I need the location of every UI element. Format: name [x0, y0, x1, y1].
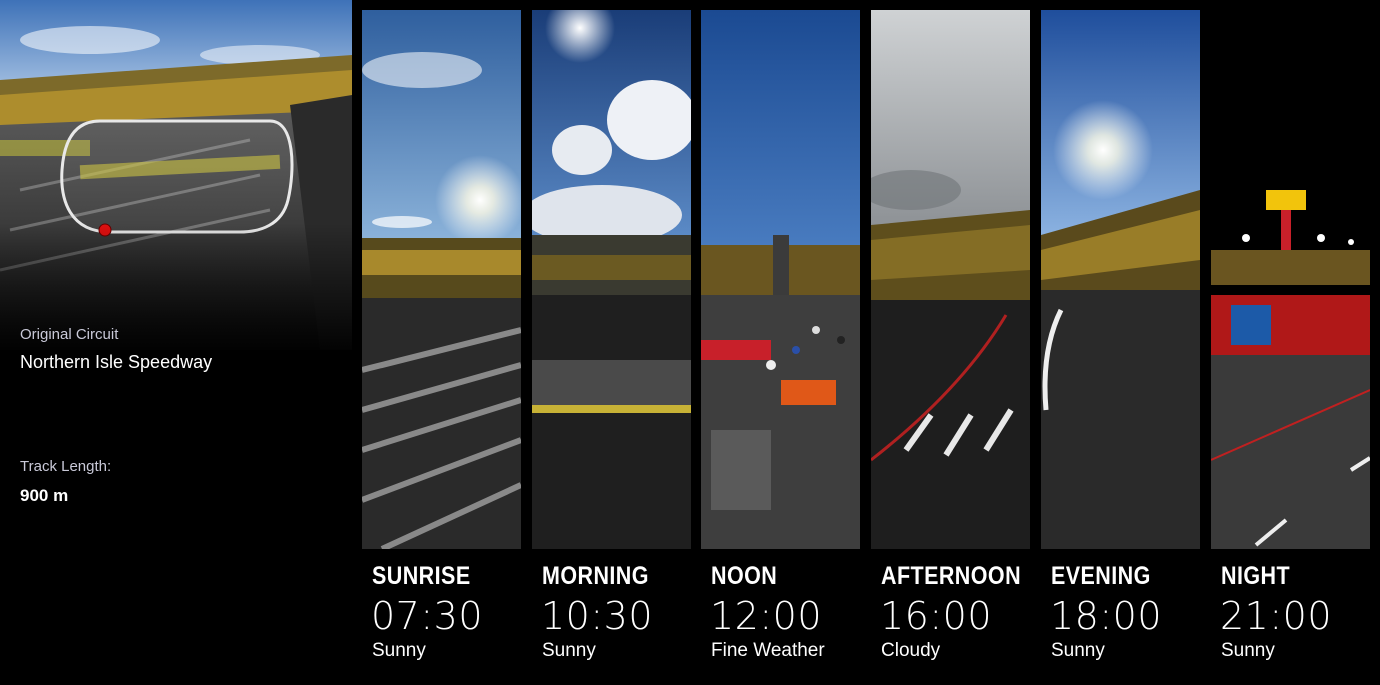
- sunrise-scene-image: [362, 10, 521, 549]
- slot-weather: Sunny: [372, 640, 426, 661]
- circuit-category-label: Original Circuit: [20, 326, 119, 343]
- slot-time: 18:00: [1050, 594, 1163, 638]
- slot-name: EVENING: [1051, 562, 1151, 590]
- slot-time: 12:00: [710, 594, 823, 638]
- slot-time: 10:30: [541, 594, 654, 638]
- morning-scene-image: [532, 10, 691, 549]
- slot-time: 16:00: [880, 594, 993, 638]
- time-slot-night[interactable]: NIGHT 21:00 Sunny: [1211, 10, 1370, 680]
- slot-weather: Sunny: [1051, 640, 1105, 661]
- time-slot-morning[interactable]: MORNING 10:30 Sunny: [532, 10, 691, 680]
- evening-scene-image: [1041, 10, 1200, 549]
- noon-scene-image: [701, 10, 860, 549]
- slot-name: NOON: [711, 562, 778, 590]
- track-position-marker: [98, 223, 112, 237]
- slot-time: 21:00: [1220, 594, 1333, 638]
- slot-weather: Sunny: [542, 640, 596, 661]
- track-length-value: 900 m: [20, 486, 69, 505]
- slot-weather: Fine Weather: [711, 640, 825, 661]
- slot-weather: Cloudy: [881, 640, 941, 661]
- slot-name: MORNING: [542, 562, 649, 590]
- time-slot-evening[interactable]: EVENING 18:00 Sunny: [1041, 10, 1200, 680]
- afternoon-scene-image: [871, 10, 1030, 549]
- circuit-name: Northern Isle Speedway: [20, 352, 213, 372]
- slot-name: AFTERNOON: [881, 562, 1022, 590]
- time-slot-afternoon[interactable]: AFTERNOON 16:00 Cloudy: [871, 10, 1030, 680]
- time-slot-sunrise[interactable]: SUNRISE 07:30 Sunny: [362, 10, 521, 680]
- track-length-label: Track Length:: [20, 458, 112, 475]
- night-scene-image: [1211, 10, 1370, 549]
- slot-name: SUNRISE: [372, 562, 471, 590]
- slot-name: NIGHT: [1221, 562, 1291, 590]
- track-map-outline: [60, 119, 294, 234]
- slot-weather: Sunny: [1221, 640, 1275, 661]
- slot-time: 07:30: [371, 594, 484, 638]
- track-preview-image: [0, 0, 352, 350]
- time-slot-noon[interactable]: NOON 12:00 Fine Weather: [701, 10, 860, 680]
